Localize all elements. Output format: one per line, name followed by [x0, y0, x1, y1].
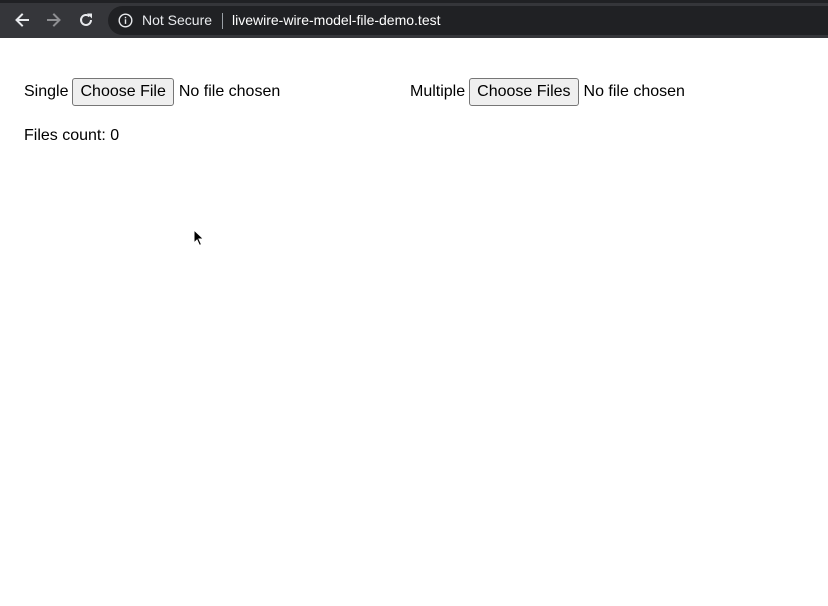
- choose-file-button[interactable]: Choose File: [72, 78, 174, 106]
- browser-toolbar: Not Secure livewire-wire-model-file-demo…: [0, 0, 828, 38]
- multiple-label: Multiple: [410, 83, 466, 100]
- back-arrow-icon: [15, 13, 29, 27]
- multiple-file-status: No file chosen: [583, 83, 685, 100]
- mouse-cursor-icon: [193, 229, 205, 247]
- single-label: Single: [24, 83, 69, 100]
- security-label[interactable]: Not Secure: [142, 12, 212, 28]
- info-icon[interactable]: [118, 13, 133, 28]
- address-bar[interactable]: Not Secure livewire-wire-model-file-demo…: [108, 6, 828, 35]
- url-text[interactable]: livewire-wire-model-file-demo.test: [232, 12, 441, 28]
- choose-files-button[interactable]: Choose Files: [469, 78, 579, 106]
- page-content: Single Choose File No file chosen Multip…: [0, 38, 828, 606]
- files-count: Files count: 0: [24, 127, 120, 144]
- forward-arrow-icon: [47, 13, 61, 27]
- single-file-status: No file chosen: [178, 83, 281, 100]
- single-file-field: Single Choose File No file chosen: [24, 78, 280, 106]
- reload-button[interactable]: [74, 8, 98, 32]
- address-divider: [222, 13, 223, 29]
- multiple-file-field: Multiple Choose Files No file chosen: [410, 78, 685, 106]
- forward-button[interactable]: [42, 8, 66, 32]
- reload-icon: [80, 13, 92, 26]
- back-button[interactable]: [10, 8, 34, 32]
